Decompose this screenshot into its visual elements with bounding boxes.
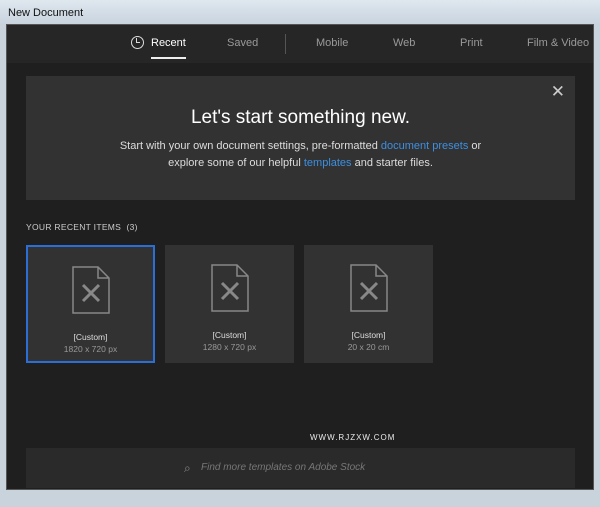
text: Start with your own document settings, p…	[119, 140, 381, 152]
item-size: 20 x 20 cm	[347, 342, 390, 352]
document-presets-link[interactable]: document presets	[381, 140, 468, 152]
tab-saved[interactable]: Saved	[227, 37, 258, 49]
tab-print[interactable]: Print	[460, 37, 483, 49]
text: or	[468, 140, 482, 152]
watermark: WWW.RJZXW.COM	[310, 433, 396, 442]
template-search-input[interactable]: ⌕ Find more templates on Adobe Stock	[26, 448, 575, 488]
item-name: [Custom]	[212, 330, 247, 340]
search-icon: ⌕	[184, 461, 191, 475]
tab-recent[interactable]: Recent	[151, 37, 186, 59]
window-title: New Document	[0, 0, 600, 25]
search-placeholder: Find more templates on Adobe Stock	[201, 462, 366, 473]
new-document-dialog: Recent Saved Mobile Web Print Film & Vid…	[6, 24, 594, 490]
recent-item[interactable]: [Custom] 20 x 20 cm	[304, 245, 433, 363]
templates-link[interactable]: templates	[304, 157, 352, 169]
document-icon	[210, 264, 249, 312]
banner-text: Start with your own document settings, p…	[26, 138, 575, 172]
tab-divider	[285, 34, 286, 54]
tab-film-video[interactable]: Film & Video	[527, 37, 589, 49]
document-icon	[71, 266, 110, 314]
document-icon	[349, 264, 388, 312]
close-icon[interactable]: ✕	[551, 82, 565, 102]
item-size: 1820 x 720 px	[63, 344, 118, 354]
tab-web[interactable]: Web	[393, 37, 415, 49]
recent-item[interactable]: [Custom] 1280 x 720 px	[165, 245, 294, 363]
text: and starter files.	[351, 157, 433, 169]
heading-text: YOUR RECENT ITEMS	[26, 222, 122, 232]
item-name: [Custom]	[351, 330, 386, 340]
welcome-banner: ✕ Let's start something new. Start with …	[26, 76, 575, 200]
recent-item[interactable]: [Custom] 1820 x 720 px	[26, 245, 155, 363]
recent-items-heading: YOUR RECENT ITEMS (3)	[26, 222, 138, 232]
tab-mobile[interactable]: Mobile	[316, 37, 348, 49]
text: explore some of our helpful	[168, 157, 304, 169]
banner-title: Let's start something new.	[190, 107, 411, 128]
category-tabs: Recent Saved Mobile Web Print Film & Vid…	[7, 25, 593, 63]
clock-icon	[131, 36, 144, 49]
item-size: 1280 x 720 px	[202, 342, 257, 352]
recent-count: (3)	[126, 222, 138, 232]
item-name: [Custom]	[73, 332, 108, 342]
